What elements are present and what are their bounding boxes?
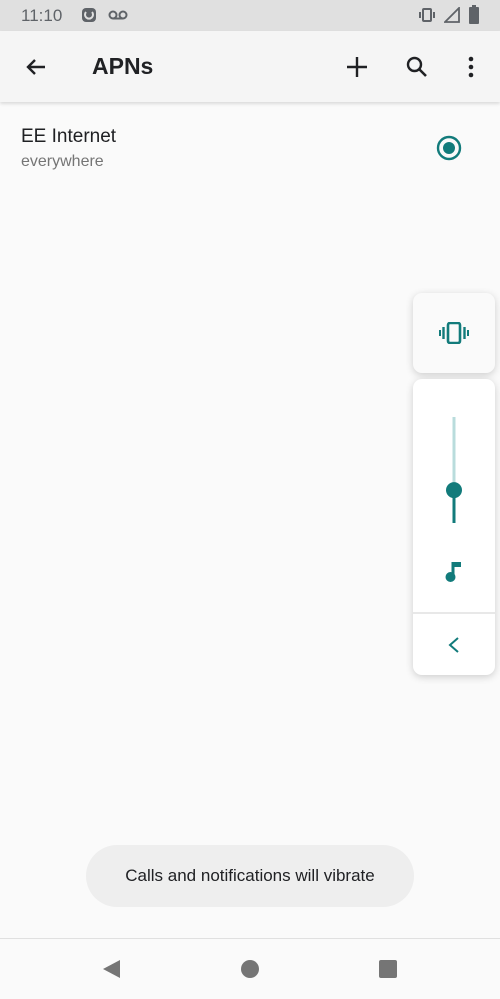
- more-vert-icon[interactable]: [462, 55, 480, 79]
- apn-radio-selected[interactable]: [436, 135, 462, 161]
- battery-icon: [469, 5, 479, 24]
- search-icon[interactable]: [405, 55, 429, 79]
- voicemail-icon: [108, 10, 128, 20]
- status-bar: 11:10: [0, 0, 500, 31]
- apn-value: everywhere: [21, 153, 104, 170]
- status-time: 11:10: [21, 6, 63, 25]
- notification-app-icon: [82, 8, 96, 22]
- volume-panel: [413, 379, 495, 675]
- home-nav-icon[interactable]: [240, 959, 260, 979]
- arrow-back-icon[interactable]: [24, 55, 48, 79]
- toast-message: Calls and notifications will vibrate: [86, 845, 414, 907]
- navigation-bar: [0, 938, 500, 999]
- music-note-icon[interactable]: [444, 560, 464, 584]
- add-icon[interactable]: [345, 55, 369, 79]
- app-bar: APNs: [0, 31, 500, 102]
- apn-list-item[interactable]: EE Internet everywhere: [0, 110, 500, 186]
- ringer-mode-button[interactable]: [413, 293, 495, 373]
- page-title: APNs: [92, 53, 154, 79]
- vibrate-icon: [439, 322, 469, 344]
- divider: [413, 612, 495, 614]
- apn-name: EE Internet: [21, 126, 117, 147]
- slider-thumb[interactable]: [446, 482, 462, 499]
- vibrate-icon: [419, 8, 435, 22]
- chevron-left-icon[interactable]: [446, 636, 462, 654]
- back-nav-icon[interactable]: [101, 959, 121, 979]
- recents-nav-icon[interactable]: [378, 959, 398, 979]
- signal-icon: [444, 7, 460, 23]
- volume-slider[interactable]: [444, 415, 464, 525]
